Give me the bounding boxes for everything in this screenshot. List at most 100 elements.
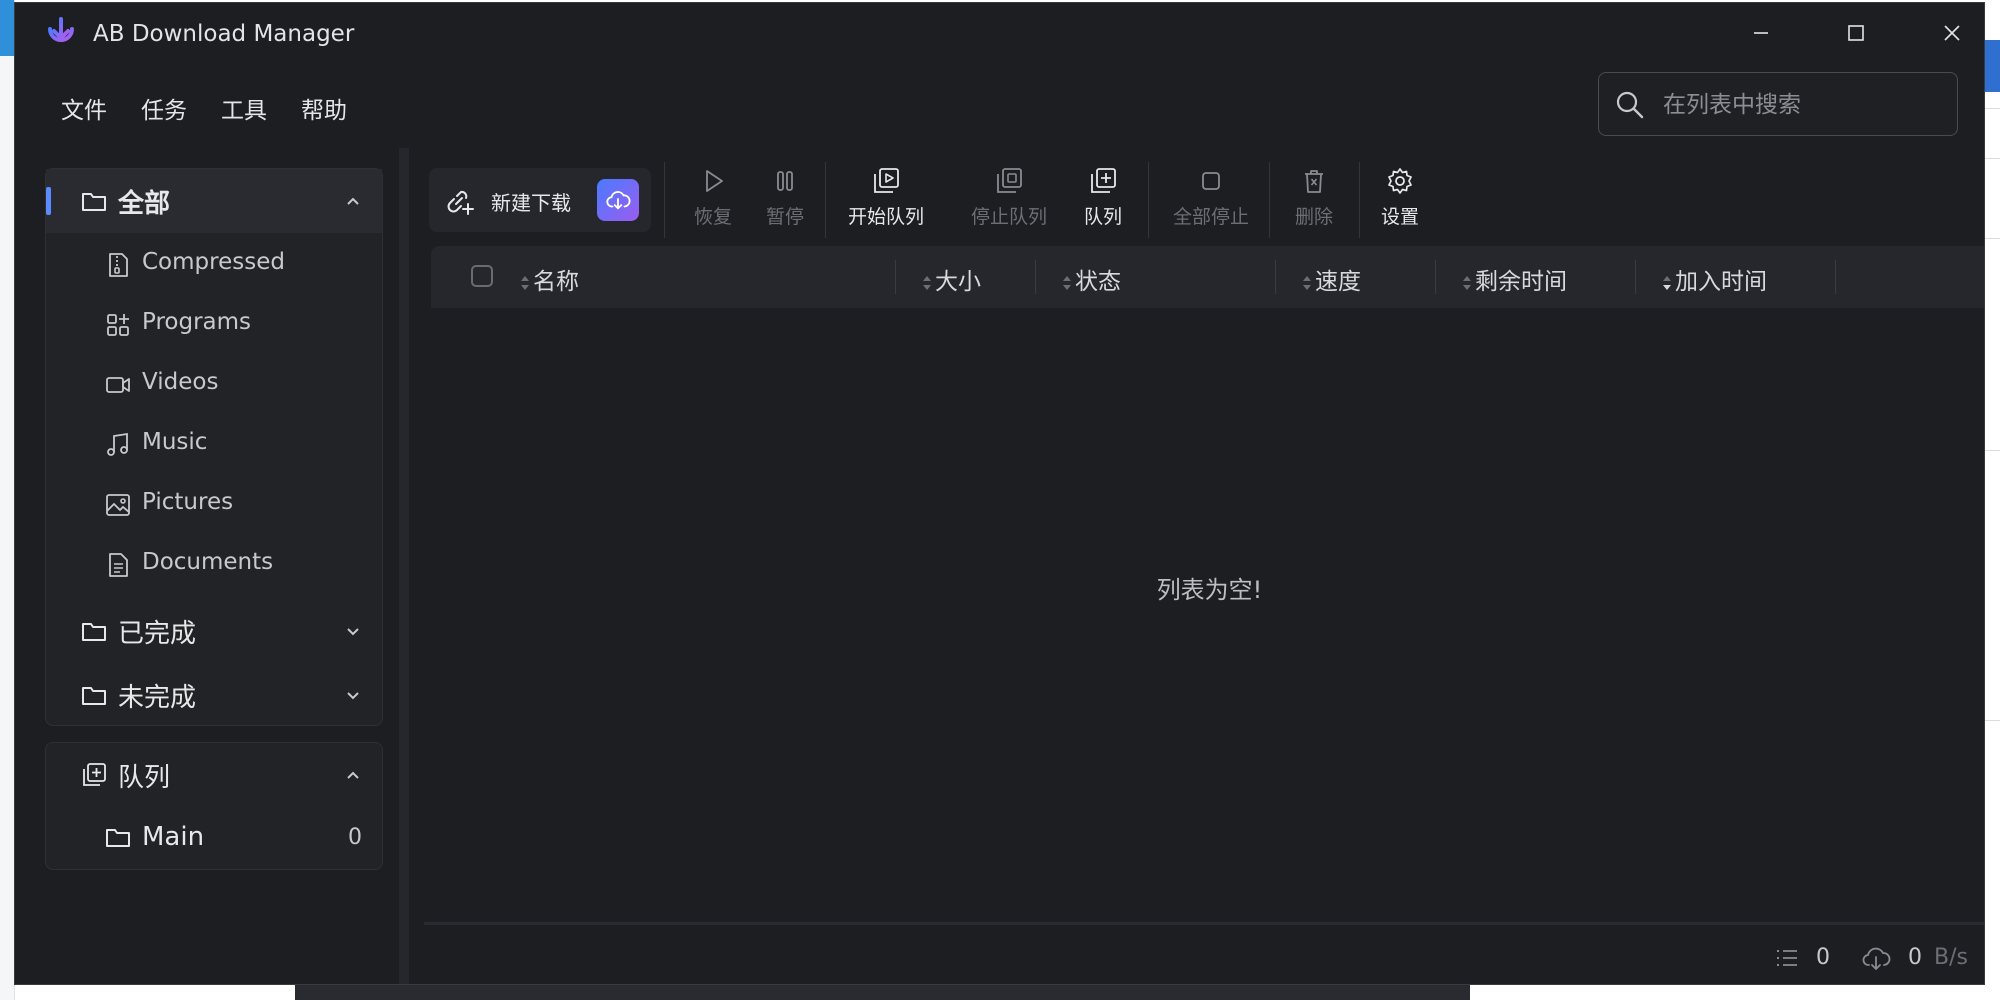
queue-item-main[interactable]: Main 0 (46, 805, 382, 869)
stop-all-label: 全部停止 (1172, 206, 1249, 228)
close-icon (1944, 25, 1960, 41)
menu-help[interactable]: 帮助 (299, 89, 349, 127)
chevron-down-icon[interactable] (344, 622, 362, 640)
delete-button[interactable]: 删除 (1278, 166, 1350, 236)
resume-label: 恢复 (693, 206, 732, 228)
background-divider (1985, 720, 2000, 721)
column-separator[interactable] (1035, 260, 1036, 294)
minimize-icon (1754, 32, 1768, 34)
app-window: AB Download Manager 文件 任务 工具 帮助 在列表中搜索 全… (14, 2, 1985, 985)
sidebar-item-documents[interactable]: Documents (46, 535, 382, 593)
title-bar[interactable]: AB Download Manager (15, 3, 1984, 65)
column-name-header[interactable]: 名称 (519, 262, 579, 296)
column-status-header[interactable]: 状态 (1061, 262, 1121, 296)
queue-label: 队列 (1083, 206, 1122, 228)
sidebar-item-videos[interactable]: Videos (46, 355, 382, 413)
trash-icon (1305, 170, 1323, 193)
queue-button[interactable]: 队列 (1069, 166, 1137, 236)
category-all[interactable]: 全部 (46, 169, 382, 233)
sort-icon (1063, 275, 1071, 290)
new-download-button[interactable]: 新建下载 (429, 168, 651, 232)
select-all-checkbox[interactable] (471, 265, 493, 287)
maximize-icon (1848, 25, 1864, 41)
background-button (1985, 40, 2000, 92)
column-status-label: 状态 (1075, 269, 1121, 295)
download-speed-value: 0 (1908, 945, 1922, 970)
document-icon (109, 553, 128, 577)
delete-label: 删除 (1294, 206, 1333, 228)
minimize-button[interactable] (1717, 7, 1805, 59)
maximize-button[interactable] (1812, 7, 1900, 59)
category-unfinished[interactable]: 未完成 (46, 663, 382, 727)
menu-tools[interactable]: 工具 (219, 89, 269, 127)
download-from-cloud-button[interactable] (597, 179, 639, 221)
toolbar-separator (1269, 162, 1270, 238)
category-queues[interactable]: 队列 (46, 743, 382, 807)
play-icon (706, 170, 723, 192)
new-download-label: 新建下载 (491, 191, 571, 215)
folder-icon (106, 829, 130, 847)
sort-icon (923, 275, 931, 290)
download-list[interactable]: 列表为空! (424, 308, 1984, 922)
search-icon (1616, 91, 1644, 119)
sidebar-item-compressed[interactable]: Compressed (46, 235, 382, 293)
column-separator[interactable] (1835, 260, 1836, 294)
apps-grid-icon (107, 314, 129, 336)
category-unfinished-label: 未完成 (118, 682, 197, 713)
category-card: 全部 Compressed Programs Videos Music Pict… (45, 168, 383, 726)
pause-button[interactable]: 暂停 (749, 166, 821, 236)
start-queue-button[interactable]: 开始队列 (839, 166, 933, 236)
column-name-label: 名称 (533, 269, 579, 295)
column-separator[interactable] (1275, 260, 1276, 294)
stop-all-button[interactable]: 全部停止 (1161, 166, 1261, 236)
toolbar-separator (664, 162, 665, 238)
resume-button[interactable]: 恢复 (677, 166, 749, 236)
column-separator[interactable] (1635, 260, 1636, 294)
sidebar-item-programs[interactable]: Programs (46, 295, 382, 353)
column-speed-label: 速度 (1315, 269, 1361, 295)
stop-queue-button[interactable]: 停止队列 (949, 166, 1069, 236)
category-finished[interactable]: 已完成 (46, 599, 382, 663)
sort-desc-icon (1663, 275, 1671, 290)
menu-tasks[interactable]: 任务 (139, 89, 189, 127)
column-separator[interactable] (895, 260, 896, 294)
sidebar-item-label: Programs (142, 309, 252, 335)
pause-label: 暂停 (765, 206, 804, 228)
column-date-added-header[interactable]: 加入时间 (1661, 262, 1767, 296)
stop-queue-icon (997, 168, 1022, 193)
video-camera-icon (106, 377, 130, 393)
sidebar-resize-handle[interactable] (399, 148, 409, 984)
column-time-left-header[interactable]: 剩余时间 (1461, 262, 1567, 296)
search-box[interactable] (1598, 72, 1958, 136)
pause-icon (777, 171, 793, 191)
folder-icon (82, 193, 106, 211)
music-note-icon (107, 432, 128, 456)
sort-icon (521, 275, 529, 290)
column-size-header[interactable]: 大小 (921, 262, 981, 296)
sidebar-item-label: Documents (142, 549, 274, 575)
image-icon (106, 494, 130, 516)
settings-button[interactable]: 设置 (1370, 166, 1430, 236)
column-separator[interactable] (1435, 260, 1436, 294)
search-input[interactable] (1661, 85, 1945, 125)
category-finished-label: 已完成 (118, 618, 197, 649)
queue-icon (83, 763, 106, 786)
background-taskbar-fragment (295, 985, 1470, 1000)
column-speed-header[interactable]: 速度 (1301, 262, 1361, 296)
download-table-header: 名称 大小 状态 速度 剩余时间 加入时间 (431, 246, 1984, 308)
chevron-up-icon[interactable] (344, 192, 362, 210)
sidebar-item-label: Pictures (142, 489, 234, 515)
menu-file[interactable]: 文件 (59, 89, 109, 127)
sort-icon (1303, 275, 1311, 290)
cloud-download-icon (1862, 947, 1891, 970)
stop-queue-label: 停止队列 (970, 206, 1047, 228)
chevron-down-icon[interactable] (344, 686, 362, 704)
queue-card: 队列 Main 0 (45, 742, 383, 870)
app-logo-icon (48, 17, 74, 42)
sidebar-item-pictures[interactable]: Pictures (46, 475, 382, 533)
sidebar-item-music[interactable]: Music (46, 415, 382, 473)
chevron-up-icon[interactable] (344, 766, 362, 784)
close-button[interactable] (1908, 7, 1984, 59)
sidebar-item-label: Videos (142, 369, 219, 395)
menu-bar: 文件 任务 工具 帮助 (59, 89, 349, 127)
